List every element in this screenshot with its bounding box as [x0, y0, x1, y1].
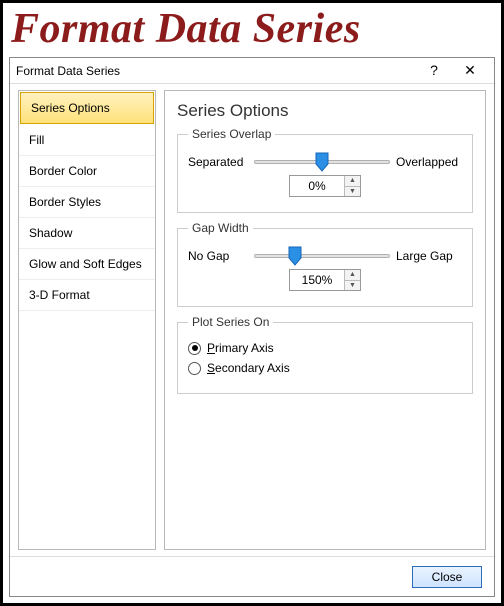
gap-slider[interactable] [254, 247, 390, 265]
page-banner: Format Data Series [3, 3, 501, 53]
slider-thumb-icon[interactable] [288, 246, 302, 266]
overlap-value-input[interactable]: 0% ▲▼ [289, 175, 361, 197]
radio-secondary-axis[interactable]: Secondary Axis [188, 361, 462, 375]
radio-secondary-label: Secondary Axis [207, 361, 290, 375]
gap-left-label: No Gap [188, 249, 248, 263]
series-overlap-group: Series Overlap Separated Overlapped [177, 127, 473, 213]
series-overlap-legend: Series Overlap [188, 127, 275, 141]
sidebar-item-border-styles[interactable]: Border Styles [19, 187, 155, 218]
spinner-down-icon[interactable]: ▼ [344, 281, 360, 291]
help-button[interactable]: ? [416, 60, 452, 82]
close-icon[interactable]: ✕ [452, 60, 488, 82]
content-heading: Series Options [177, 101, 473, 121]
gap-value-input[interactable]: 150% ▲▼ [289, 269, 361, 291]
sidebar-item-border-color[interactable]: Border Color [19, 156, 155, 187]
gap-spinner[interactable]: ▲▼ [344, 270, 360, 290]
radio-primary-label: Primary Axis [207, 341, 274, 355]
sidebar-item-glow[interactable]: Glow and Soft Edges [19, 249, 155, 280]
gap-right-label: Large Gap [396, 249, 462, 263]
spinner-down-icon[interactable]: ▼ [344, 187, 360, 197]
content-pane: Series Options Series Overlap Separated … [164, 90, 486, 550]
radio-icon [188, 362, 201, 375]
category-sidebar: Series Options Fill Border Color Border … [18, 90, 156, 550]
sidebar-item-series-options[interactable]: Series Options [20, 92, 154, 124]
sidebar-item-fill[interactable]: Fill [19, 125, 155, 156]
gap-value: 150% [290, 270, 344, 290]
radio-icon [188, 342, 201, 355]
plot-series-on-legend: Plot Series On [188, 315, 273, 329]
sidebar-item-3d-format[interactable]: 3-D Format [19, 280, 155, 311]
spinner-up-icon[interactable]: ▲ [344, 176, 360, 187]
radio-primary-axis[interactable]: Primary Axis [188, 341, 462, 355]
sidebar-item-shadow[interactable]: Shadow [19, 218, 155, 249]
overlap-right-label: Overlapped [396, 155, 462, 169]
slider-thumb-icon[interactable] [315, 152, 329, 172]
overlap-left-label: Separated [188, 155, 248, 169]
overlap-slider[interactable] [254, 153, 390, 171]
gap-width-group: Gap Width No Gap Large Gap 1 [177, 221, 473, 307]
close-button[interactable]: Close [412, 566, 482, 588]
titlebar: Format Data Series ? ✕ [10, 58, 494, 84]
overlap-value: 0% [290, 176, 344, 196]
overlap-spinner[interactable]: ▲▼ [344, 176, 360, 196]
spinner-up-icon[interactable]: ▲ [344, 270, 360, 281]
dialog-title: Format Data Series [16, 64, 416, 78]
format-series-dialog: Format Data Series ? ✕ Series Options Fi… [9, 57, 495, 597]
dialog-footer: Close [10, 556, 494, 596]
gap-width-legend: Gap Width [188, 221, 253, 235]
plot-series-on-group: Plot Series On Primary Axis Secondary Ax… [177, 315, 473, 394]
